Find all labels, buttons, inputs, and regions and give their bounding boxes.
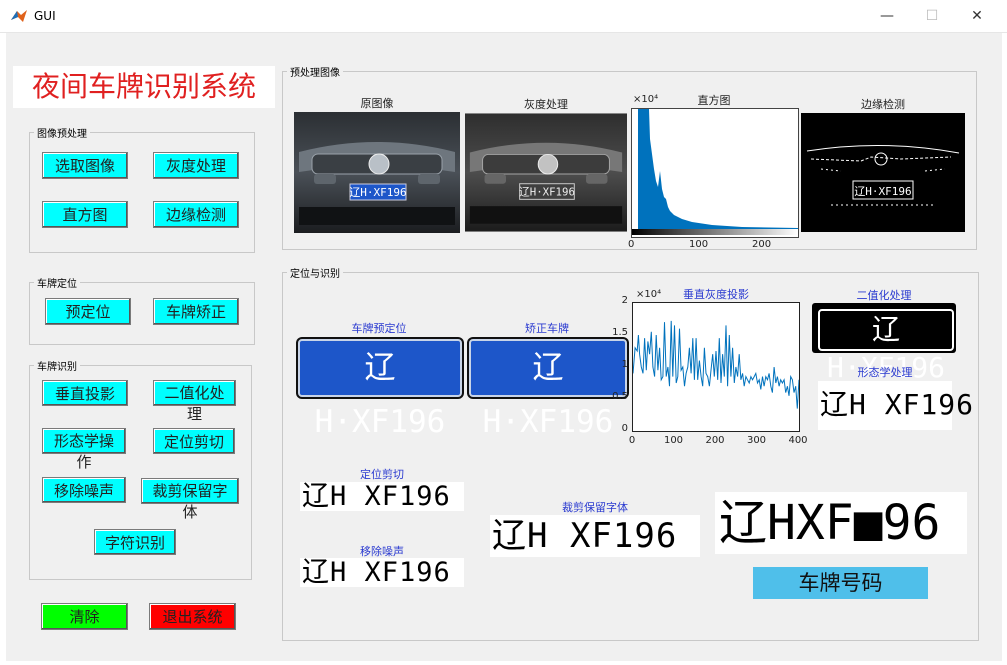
vproj-ytick: 2 xyxy=(621,295,628,306)
segmented-chars: 辽HXF■96 xyxy=(715,492,967,554)
morphology-button[interactable]: 形态学操作 xyxy=(42,428,126,471)
crop-keep-font-button[interactable]: 裁剪保留字体 xyxy=(141,478,239,521)
plate-number-result: 车牌号码 xyxy=(753,567,928,599)
preview-panel-legend: 预处理图像 xyxy=(290,68,340,79)
histogram-xtick: 100 xyxy=(689,239,709,250)
corrected-plate-label: 矫正车牌 xyxy=(525,322,569,335)
vproj-chart xyxy=(632,302,800,432)
vproj-ytick: 1 xyxy=(621,359,628,370)
char-recognition-button[interactable]: 字符识别 xyxy=(94,529,176,555)
denoise-button[interactable]: 移除噪声 xyxy=(42,477,126,503)
histogram-button[interactable]: 直方图 xyxy=(42,201,128,228)
gray-process-button[interactable]: 灰度处理 xyxy=(153,152,239,179)
morph-plate: 辽H XF196 xyxy=(818,381,973,430)
binarize-label: 二值化处理 xyxy=(856,289,912,302)
minimize-button[interactable]: — xyxy=(874,6,900,26)
locate-recog-panel-legend: 定位与识别 xyxy=(290,269,340,280)
histogram-xtick: 200 xyxy=(752,239,772,250)
vproj-series-line xyxy=(633,320,799,409)
preprocess-panel-legend: 图像预处理 xyxy=(37,129,87,140)
crop-locate-button[interactable]: 定位剪切 xyxy=(153,428,235,454)
original-car-image: 辽H·XF196 xyxy=(294,112,460,233)
edge-detect-button[interactable]: 边缘检测 xyxy=(153,201,239,228)
maximize-button[interactable]: ☐ xyxy=(919,6,945,26)
crop-plate-text: 辽H XF196 xyxy=(302,481,451,512)
crop-keep-plate: 辽H XF196 xyxy=(490,515,700,557)
clear-button[interactable]: 清除 xyxy=(41,603,128,630)
histogram-plot xyxy=(631,108,799,238)
prelocate-label: 车牌预定位 xyxy=(351,322,407,335)
morph-plate-text: 辽H XF196 xyxy=(820,388,975,421)
vproj-ytick: 1.5 xyxy=(612,327,628,338)
vproj-xtick: 400 xyxy=(788,435,808,446)
histogram-colorbar xyxy=(632,229,798,235)
original-image-label: 原图像 xyxy=(360,97,394,110)
preprocess-panel: 图像预处理 xyxy=(29,125,255,253)
binarized-plate: 辽H·XF196 xyxy=(812,303,956,384)
recognition-panel-legend: 车牌识别 xyxy=(37,362,77,373)
vproj-xtick: 100 xyxy=(663,435,684,446)
edge-image-label: 边缘检测 xyxy=(861,98,905,111)
crop-plate: 辽H XF196 xyxy=(300,482,464,511)
histogram-exponent: ×10⁴ xyxy=(633,94,659,105)
crop-label: 定位剪切 xyxy=(360,468,404,481)
histogram-bars xyxy=(638,109,798,229)
locate-panel-legend: 车牌定位 xyxy=(37,279,77,290)
vproj-xtick: 0 xyxy=(628,435,636,446)
vproj-ytick: 0 xyxy=(621,423,628,434)
gray-plate-text: 辽H·XF196 xyxy=(519,185,575,198)
vproj-xtick: 300 xyxy=(746,435,767,446)
prelocate-button[interactable]: 预定位 xyxy=(45,298,131,325)
window-title: GUI xyxy=(34,9,56,23)
binarize-button[interactable]: 二值化处理 xyxy=(153,380,236,423)
morph-label: 形态学处理 xyxy=(857,366,913,379)
vproj-exponent: ×10⁴ xyxy=(636,289,662,300)
edge-image: 辽H·XF196 xyxy=(801,113,965,232)
crop-keep-plate-text: 辽H XF196 xyxy=(492,516,678,556)
crop-keep-label: 裁剪保留字体 xyxy=(562,501,628,514)
title-bar xyxy=(0,0,1007,33)
select-image-button[interactable]: 选取图像 xyxy=(42,152,128,179)
corrected-plate: 辽H·XF196 xyxy=(469,339,627,440)
matlab-icon xyxy=(11,10,27,22)
gray-image-label: 灰度处理 xyxy=(524,98,568,111)
original-plate-text: 辽H·XF196 xyxy=(349,186,406,199)
segmented-chars-text: 辽HXF■96 xyxy=(719,495,941,551)
vproj-xtick: 200 xyxy=(705,435,725,446)
app-title: 夜间车牌识别系统 xyxy=(13,66,275,108)
vertical-projection-button[interactable]: 垂直投影 xyxy=(42,380,128,406)
edge-plate-text: 辽H·XF196 xyxy=(854,185,911,198)
close-button[interactable]: ✕ xyxy=(964,6,990,26)
exit-button[interactable]: 退出系统 xyxy=(149,603,236,630)
binarized-plate-text: 辽H·XF196 xyxy=(818,309,954,384)
plate-correct-button[interactable]: 车牌矫正 xyxy=(153,298,239,325)
vproj-ytick: 0.5 xyxy=(612,391,628,402)
prelocate-plate: 辽H·XF196 xyxy=(298,339,462,440)
histogram-xtick: 0 xyxy=(628,239,635,250)
gray-car-image: 辽H·XF196 xyxy=(465,113,627,232)
denoise-plate-text: 辽H XF196 xyxy=(302,557,451,588)
denoise-plate: 辽H XF196 xyxy=(300,558,464,587)
